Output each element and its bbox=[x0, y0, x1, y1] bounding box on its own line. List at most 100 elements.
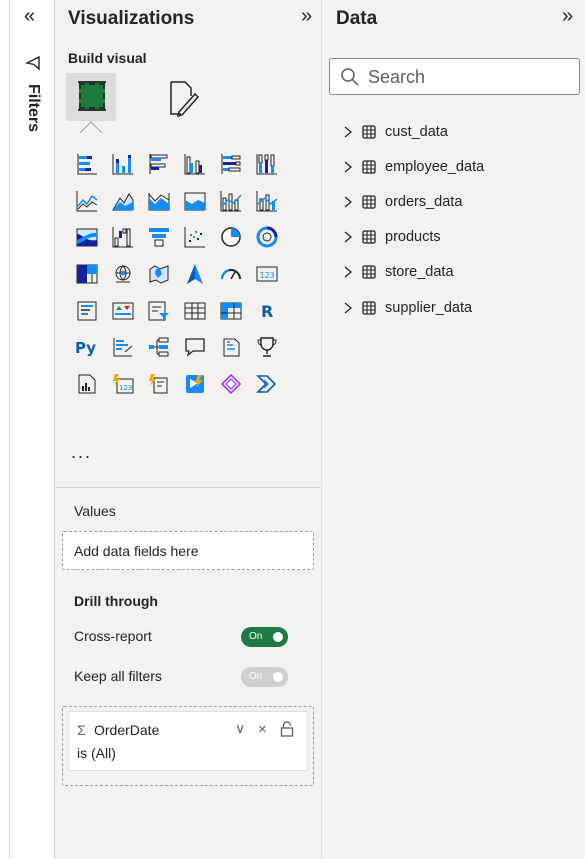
filters-collapse-button[interactable]: « bbox=[24, 6, 35, 26]
clustered-column-chart-icon[interactable] bbox=[177, 150, 213, 178]
chevron-right-icon[interactable] bbox=[342, 301, 354, 315]
build-visual-button[interactable] bbox=[66, 73, 116, 121]
r-visual-icon[interactable]: R bbox=[249, 297, 285, 325]
visual-row bbox=[69, 183, 309, 220]
stacked-column-chart-icon[interactable] bbox=[105, 150, 141, 178]
chevron-right-icon[interactable] bbox=[342, 125, 354, 139]
visualizations-divider bbox=[55, 487, 321, 488]
search-box[interactable] bbox=[329, 58, 580, 95]
table-icon[interactable] bbox=[177, 297, 213, 325]
100-stacked-bar-chart-icon[interactable] bbox=[213, 150, 249, 178]
line-and-stacked-column-chart-icon[interactable] bbox=[213, 187, 249, 215]
visual-row: 123 bbox=[69, 366, 309, 403]
filter-icon[interactable] bbox=[25, 55, 41, 71]
visualizations-collapse-button[interactable]: » bbox=[301, 6, 312, 26]
visual-row: R bbox=[69, 292, 309, 329]
toggle-knob bbox=[273, 632, 283, 642]
table-item-cust-data[interactable]: cust_data bbox=[342, 114, 484, 149]
chevron-right-icon[interactable] bbox=[342, 230, 354, 244]
format-visual-button[interactable] bbox=[165, 78, 201, 118]
donut-chart-icon[interactable] bbox=[249, 223, 285, 251]
waterfall-chart-icon[interactable] bbox=[105, 223, 141, 251]
100-stacked-area-chart-icon[interactable] bbox=[177, 187, 213, 215]
chevron-right-icon[interactable] bbox=[342, 195, 354, 209]
table-icon bbox=[362, 300, 376, 315]
visualizations-title: Visualizations bbox=[68, 8, 195, 29]
azure-map-icon[interactable] bbox=[177, 260, 213, 288]
multi-row-card-icon[interactable] bbox=[69, 297, 105, 325]
stacked-area-chart-icon[interactable] bbox=[141, 187, 177, 215]
matrix-icon[interactable] bbox=[213, 297, 249, 325]
100-stacked-column-chart-icon[interactable] bbox=[249, 150, 285, 178]
keep-filters-toggle-text: On bbox=[249, 671, 263, 682]
table-item-employee-data[interactable]: employee_data bbox=[342, 149, 484, 184]
smart-narrative-icon[interactable] bbox=[213, 333, 249, 361]
treemap-icon[interactable] bbox=[69, 260, 105, 288]
table-item-products[interactable]: products bbox=[342, 220, 484, 255]
data-title: Data bbox=[336, 8, 378, 29]
chevron-right-icon[interactable] bbox=[342, 265, 354, 279]
gauge-icon[interactable] bbox=[213, 260, 249, 288]
line-chart-icon[interactable] bbox=[69, 187, 105, 215]
table-item-orders-data[interactable]: orders_data bbox=[342, 184, 484, 219]
drill-field-name: OrderDate bbox=[94, 722, 160, 738]
data-collapse-button[interactable]: » bbox=[562, 6, 573, 26]
cross-report-toggle[interactable]: On bbox=[241, 627, 288, 647]
cross-report-label: Cross-report bbox=[74, 628, 152, 644]
search-icon bbox=[341, 68, 359, 86]
sigma-icon: Σ bbox=[77, 722, 86, 738]
svg-text:R: R bbox=[261, 302, 273, 321]
pie-chart-icon[interactable] bbox=[213, 223, 249, 251]
visual-row bbox=[69, 146, 309, 183]
decomposition-tree-icon[interactable] bbox=[141, 333, 177, 361]
power-automate-icon[interactable] bbox=[213, 370, 249, 398]
drill-through-label: Drill through bbox=[74, 593, 158, 609]
new-slicer-icon[interactable] bbox=[141, 370, 177, 398]
table-name: cust_data bbox=[385, 123, 448, 140]
area-chart-icon[interactable] bbox=[105, 187, 141, 215]
table-icon bbox=[362, 195, 376, 209]
more-power-automate-icon[interactable] bbox=[249, 370, 285, 398]
build-visual-label: Build visual bbox=[68, 50, 147, 66]
table-name: employee_data bbox=[385, 158, 485, 175]
svg-text:123: 123 bbox=[260, 271, 275, 280]
chevron-down-icon[interactable]: ∨ bbox=[235, 720, 245, 737]
new-card-icon[interactable]: 123 bbox=[105, 370, 141, 398]
svg-text:123: 123 bbox=[119, 384, 132, 392]
table-item-store-data[interactable]: store_data bbox=[342, 255, 484, 290]
clustered-bar-chart-icon[interactable] bbox=[141, 150, 177, 178]
chevron-right-icon[interactable] bbox=[342, 160, 354, 174]
card-icon[interactable]: 123 bbox=[249, 260, 285, 288]
keep-all-filters-toggle[interactable]: On bbox=[241, 667, 288, 687]
drill-field-filter-text: is (All) bbox=[77, 745, 116, 761]
line-and-clustered-column-chart-icon[interactable] bbox=[249, 187, 285, 215]
table-item-supplier-data[interactable]: supplier_data bbox=[342, 290, 484, 325]
lock-icon[interactable] bbox=[280, 721, 294, 737]
filters-label[interactable]: Filters bbox=[22, 84, 42, 132]
key-influencers-icon[interactable] bbox=[105, 333, 141, 361]
filled-map-icon[interactable] bbox=[141, 260, 177, 288]
table-name: products bbox=[385, 229, 441, 246]
remove-field-icon[interactable]: × bbox=[258, 721, 267, 738]
goals-icon[interactable] bbox=[249, 333, 285, 361]
search-input[interactable] bbox=[368, 63, 568, 91]
kpi-icon[interactable] bbox=[105, 297, 141, 325]
scatter-chart-icon[interactable] bbox=[177, 223, 213, 251]
map-icon[interactable] bbox=[105, 260, 141, 288]
slicer-icon[interactable] bbox=[141, 297, 177, 325]
values-drop-zone[interactable]: Add data fields here bbox=[62, 531, 314, 570]
drill-through-field-card[interactable]: Σ OrderDate ∨ × is (All) bbox=[68, 711, 308, 771]
data-pane: Data » cust_data employee_data orders_da… bbox=[322, 0, 585, 859]
more-visuals-button[interactable]: ... bbox=[71, 442, 92, 463]
power-apps-icon[interactable] bbox=[177, 370, 213, 398]
filters-left-border bbox=[9, 0, 10, 859]
cross-report-toggle-text: On bbox=[249, 631, 263, 642]
funnel-chart-icon[interactable] bbox=[141, 223, 177, 251]
drill-through-field-well[interactable]: Σ OrderDate ∨ × is (All) bbox=[62, 706, 314, 786]
visual-types-grid: 123 R Py 123 bbox=[69, 146, 309, 402]
ribbon-chart-icon[interactable] bbox=[69, 223, 105, 251]
stacked-bar-chart-icon[interactable] bbox=[69, 150, 105, 178]
paginated-report-icon[interactable] bbox=[69, 370, 105, 398]
qa-icon[interactable] bbox=[177, 333, 213, 361]
python-visual-icon[interactable]: Py bbox=[69, 333, 105, 361]
